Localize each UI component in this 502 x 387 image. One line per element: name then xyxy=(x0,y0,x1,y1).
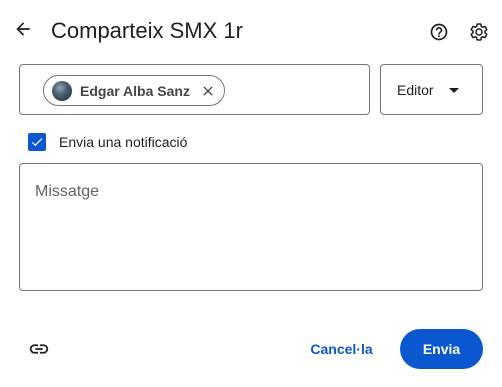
caret-down-icon xyxy=(449,88,459,93)
notify-checkbox[interactable] xyxy=(28,133,46,151)
help-circle-icon xyxy=(430,23,448,41)
people-input-field[interactable]: Edgar Alba Sanz xyxy=(19,64,370,115)
cancel-button[interactable]: Cancel·la xyxy=(297,329,386,369)
avatar xyxy=(52,80,72,101)
message-input[interactable]: Missatge xyxy=(19,163,483,291)
role-select[interactable]: Editor xyxy=(380,64,483,115)
dialog-title: Comparteix SMX 1r xyxy=(51,18,243,43)
link-icon xyxy=(29,344,49,354)
gear-icon xyxy=(470,23,488,41)
role-selected-value: Editor xyxy=(397,82,434,98)
share-dialog: Comparteix SMX 1r Edgar Alba Sanz Editor xyxy=(0,0,502,387)
person-chip[interactable]: Edgar Alba Sanz xyxy=(43,75,225,106)
notify-label: Envia una notificació xyxy=(59,134,188,150)
checkmark-icon xyxy=(31,138,43,147)
help-button[interactable] xyxy=(425,18,453,46)
back-button[interactable] xyxy=(8,14,38,44)
chip-remove-button[interactable] xyxy=(198,81,218,101)
settings-button[interactable] xyxy=(465,18,493,46)
send-button[interactable]: Envia xyxy=(400,329,483,369)
message-placeholder: Missatge xyxy=(35,183,100,200)
close-icon xyxy=(203,85,213,96)
arrow-back-icon xyxy=(16,22,30,36)
copy-link-button[interactable] xyxy=(24,335,54,363)
person-chip-label: Edgar Alba Sanz xyxy=(80,82,190,99)
